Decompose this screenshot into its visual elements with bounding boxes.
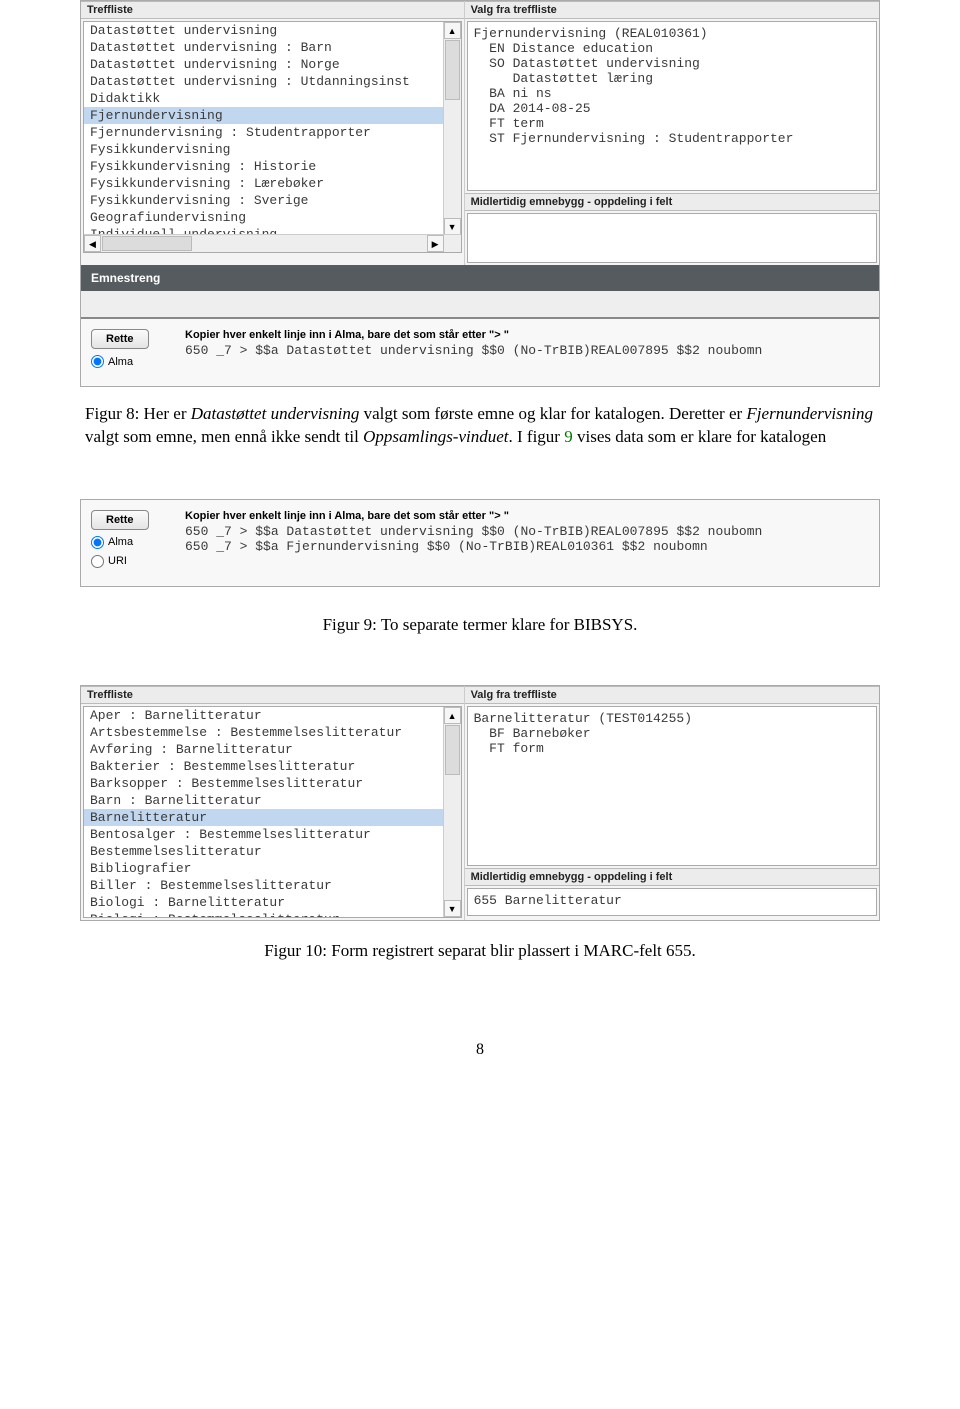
valg-line: FT term: [474, 116, 870, 131]
alma-radio[interactable]: Alma: [91, 355, 133, 368]
valg-line: DA 2014-08-25: [474, 101, 870, 116]
page-number: 8: [0, 1041, 960, 1059]
alma-radio-input[interactable]: [91, 355, 104, 368]
scroll-thumb[interactable]: [445, 725, 460, 775]
list-item[interactable]: Geografiundervisning: [84, 209, 461, 226]
list-item[interactable]: Biologi : Barnelitteratur: [84, 894, 461, 911]
rette-button[interactable]: Rette: [91, 329, 149, 349]
valg-line: FT form: [474, 741, 870, 756]
list-item[interactable]: Datastøttet undervisning : Utdanningsins…: [84, 73, 461, 90]
figure-10: Treffliste Aper : Barnelitteratur Artsbe…: [80, 685, 880, 921]
scroll-up-icon[interactable]: ▲: [444, 707, 461, 724]
list-item[interactable]: Fysikkundervisning: [84, 141, 461, 158]
marc-line: 650 _7 > $$a Datastøttet undervisning $$…: [185, 343, 869, 358]
list-item[interactable]: Datastøttet undervisning: [84, 22, 461, 39]
list-item[interactable]: Artsbestemmelse : Bestemmelseslitteratur: [84, 724, 461, 741]
midlertidig-header: Midlertidig emnebygg - oppdeling i felt: [465, 193, 879, 211]
scroll-down-icon[interactable]: ▼: [444, 218, 461, 235]
list-item[interactable]: Aper : Barnelitteratur: [84, 707, 461, 724]
list-item-selected[interactable]: Barnelitteratur: [84, 809, 461, 826]
midlertidig-panel: [467, 213, 877, 263]
list-item-selected[interactable]: Fjernundervisning: [84, 107, 461, 124]
alma-radio-label: Alma: [108, 536, 133, 548]
list-item[interactable]: Biologi : Bestemmelseslitteratur: [84, 911, 461, 918]
marc-line: 650 _7 > $$a Datastøttet undervisning $$…: [185, 524, 869, 539]
scroll-left-icon[interactable]: ◀: [84, 235, 101, 252]
scroll-up-icon[interactable]: ▲: [444, 22, 461, 39]
valg-line: BA ni ns: [474, 86, 870, 101]
valg-panel: Fjernundervisning (REAL010361) EN Distan…: [467, 21, 877, 191]
midlertidig-panel: 655 Barnelitteratur: [467, 888, 877, 916]
valg-line: SO Datastøttet undervisning: [474, 56, 870, 71]
list-item[interactable]: Datastøttet undervisning : Barn: [84, 39, 461, 56]
scroll-thumb[interactable]: [102, 236, 192, 251]
figure-9: Rette Alma URI Kopier hver enkelt linje …: [80, 499, 880, 587]
vertical-scrollbar[interactable]: ▲ ▼: [443, 707, 461, 917]
list-item[interactable]: Biller : Bestemmelseslitteratur: [84, 877, 461, 894]
alma-radio-label: Alma: [108, 356, 133, 368]
list-item[interactable]: Fjernundervisning : Studentrapporter: [84, 124, 461, 141]
list-item[interactable]: Barksopper : Bestemmelseslitteratur: [84, 775, 461, 792]
scroll-right-icon[interactable]: ▶: [427, 235, 444, 252]
valg-line: ST Fjernundervisning : Studentrapporter: [474, 131, 870, 146]
marc-output: 650 _7 > $$a Datastøttet undervisning $$…: [185, 524, 869, 554]
list-item[interactable]: Fysikkundervisning : Sverige: [84, 192, 461, 209]
vertical-scrollbar[interactable]: ▲ ▼: [443, 22, 461, 235]
list-item[interactable]: Avføring : Barnelitteratur: [84, 741, 461, 758]
valg-panel: Barnelitteratur (TEST014255) BF Barnebøk…: [467, 706, 877, 866]
treffliste-header: Treffliste: [81, 686, 464, 704]
list-item[interactable]: Fysikkundervisning : Historie: [84, 158, 461, 175]
alma-radio-input[interactable]: [91, 536, 104, 549]
list-item[interactable]: Datastøttet undervisning : Norge: [84, 56, 461, 73]
caption-8: Figur 8: Her er Datastøttet undervisning…: [85, 403, 875, 449]
alma-radio[interactable]: Alma: [91, 536, 133, 549]
bottom-controls: Rette Alma Kopier hver enkelt linje inn …: [81, 319, 879, 386]
kopier-instructions: Kopier hver enkelt linje inn i Alma, bar…: [185, 329, 869, 341]
uri-radio[interactable]: URI: [91, 555, 127, 568]
figure-8: Treffliste Datastøttet undervisning Data…: [80, 0, 880, 387]
valg-line: Barnelitteratur (TEST014255): [474, 711, 870, 726]
midler-line: 655 Barnelitteratur: [474, 893, 870, 908]
valg-line: Datastøttet læring: [474, 71, 870, 86]
list-item[interactable]: Barn : Barnelitteratur: [84, 792, 461, 809]
list-item[interactable]: Didaktikk: [84, 90, 461, 107]
emnestreng-header: Emnestreng: [81, 265, 879, 291]
list-item[interactable]: Fysikkundervisning : Lærebøker: [84, 175, 461, 192]
valg-line: Fjernundervisning (REAL010361): [474, 26, 870, 41]
treffliste-header: Treffliste: [81, 1, 464, 19]
scroll-thumb[interactable]: [445, 40, 460, 100]
scroll-down-icon[interactable]: ▼: [444, 900, 461, 917]
valg-line: EN Distance education: [474, 41, 870, 56]
valg-header: Valg fra treffliste: [465, 686, 879, 704]
list-item[interactable]: Bakterier : Bestemmelseslitteratur: [84, 758, 461, 775]
emnestreng-body: [81, 291, 879, 319]
marc-output: 650 _7 > $$a Datastøttet undervisning $$…: [185, 343, 869, 358]
caption-10: Figur 10: Form registrert separat blir p…: [0, 941, 960, 961]
midlertidig-header: Midlertidig emnebygg - oppdeling i felt: [465, 868, 879, 886]
valg-line: BF Barnebøker: [474, 726, 870, 741]
uri-radio-label: URI: [108, 555, 127, 567]
valg-header: Valg fra treffliste: [465, 1, 879, 19]
kopier-instructions: Kopier hver enkelt linje inn i Alma, bar…: [185, 510, 869, 522]
treffliste-listbox[interactable]: Aper : Barnelitteratur Artsbestemmelse :…: [83, 706, 462, 918]
treffliste-listbox[interactable]: Datastøttet undervisning Datastøttet und…: [83, 21, 462, 253]
horizontal-scrollbar[interactable]: ◀ ▶: [84, 234, 461, 252]
list-item[interactable]: Bestemmelseslitteratur: [84, 843, 461, 860]
marc-line: 650 _7 > $$a Fjernundervisning $$0 (No-T…: [185, 539, 869, 554]
list-item[interactable]: Bibliografier: [84, 860, 461, 877]
caption-9: Figur 9: To separate termer klare for BI…: [0, 615, 960, 635]
uri-radio-input[interactable]: [91, 555, 104, 568]
list-item[interactable]: Bentosalger : Bestemmelseslitteratur: [84, 826, 461, 843]
rette-button[interactable]: Rette: [91, 510, 149, 530]
